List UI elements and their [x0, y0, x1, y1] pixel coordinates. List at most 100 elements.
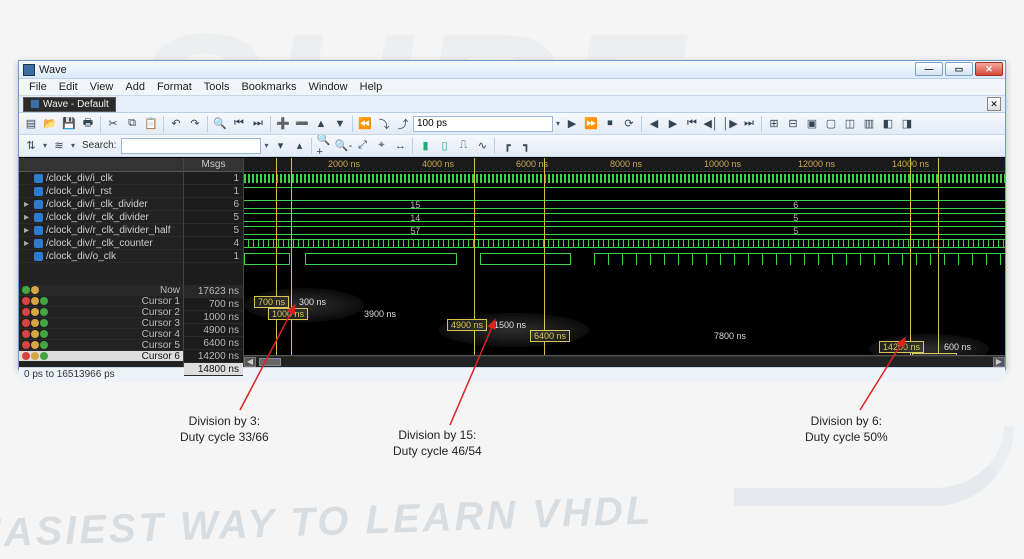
scroll-left-icon[interactable]: ◀ — [244, 357, 256, 367]
rising-edge-icon[interactable]: ┏ — [498, 137, 516, 155]
next-edge-icon[interactable]: │▶ — [721, 115, 739, 133]
annotation-div3: Division by 3: Duty cycle 33/66 — [180, 413, 269, 445]
prev-edge-icon[interactable]: ◀│ — [702, 115, 720, 133]
run-icon[interactable]: ▶ — [563, 115, 581, 133]
waveform-canvas[interactable]: 2000 ns 4000 ns 6000 ns 8000 ns 10000 ns… — [244, 158, 1005, 367]
step-back-icon[interactable]: ⏪ — [356, 115, 374, 133]
signal-name[interactable]: /clock_div/o_clk — [46, 251, 116, 262]
last-edge-icon[interactable]: ⏭ — [740, 115, 758, 133]
minimize-button[interactable]: — — [915, 62, 943, 76]
search-up-icon[interactable]: ▴ — [290, 137, 308, 155]
zoom-full-icon[interactable]: ⤢ — [353, 137, 371, 155]
layout2-icon[interactable]: ▥ — [860, 115, 878, 133]
print-icon[interactable]: 🖶 — [79, 115, 97, 133]
wave-doc-icon — [30, 99, 40, 109]
signal-name[interactable]: /clock_div/i_rst — [46, 186, 112, 197]
mode-analog-icon[interactable]: ∿ — [473, 137, 491, 155]
down-icon[interactable]: ▼ — [331, 115, 349, 133]
document-tab[interactable]: Wave - Default — [23, 97, 116, 112]
expand-icon[interactable]: ⊞ — [765, 115, 783, 133]
undo-icon[interactable]: ↶ — [167, 115, 185, 133]
layout1-icon[interactable]: ◫ — [841, 115, 859, 133]
cursor-right-icon[interactable]: ▶ — [664, 115, 682, 133]
cursor-line-2[interactable] — [291, 158, 292, 367]
menu-bookmarks[interactable]: Bookmarks — [235, 80, 302, 94]
cursor-value: 6400 ns — [184, 337, 243, 350]
remove-wave-icon[interactable]: ➖ — [293, 115, 311, 133]
mode-bar-icon[interactable]: ▮ — [416, 137, 434, 155]
mode-line-icon[interactable]: ▯ — [435, 137, 453, 155]
menu-window[interactable]: Window — [303, 80, 354, 94]
save-icon[interactable]: 💾 — [60, 115, 78, 133]
tab-close-icon[interactable]: ✕ — [987, 97, 1001, 111]
menu-view[interactable]: View — [84, 80, 120, 94]
scroll-thumb[interactable] — [259, 358, 281, 366]
signal-name[interactable]: /clock_div/i_clk — [46, 173, 113, 184]
copy-icon[interactable]: ⧉ — [123, 115, 141, 133]
zoom-out-icon[interactable]: 🔍- — [334, 137, 352, 155]
cursor-value: 14200 ns — [184, 350, 243, 363]
cut-icon[interactable]: ✂ — [104, 115, 122, 133]
cursor-line-1[interactable] — [276, 158, 277, 367]
maximize-button[interactable]: ▭ — [945, 62, 973, 76]
cursor-left-icon[interactable]: ◀ — [645, 115, 663, 133]
menu-help[interactable]: Help — [354, 80, 389, 94]
track-i-rst — [244, 185, 1005, 198]
menu-add[interactable]: Add — [119, 80, 151, 94]
signal-row: /clock_div/o_clk — [19, 250, 183, 263]
search-input[interactable] — [121, 138, 261, 154]
signal-row: ▸/clock_div/i_clk_divider — [19, 198, 183, 211]
wave-toggle-dd-icon[interactable]: ▾ — [69, 137, 77, 155]
signal-name[interactable]: /clock_div/i_clk_divider — [46, 199, 148, 210]
ungroup-icon[interactable]: ▢ — [822, 115, 840, 133]
mode-edge-icon[interactable]: ⎍ — [454, 137, 472, 155]
scroll-track[interactable] — [256, 357, 993, 367]
search-label: Search: — [82, 140, 116, 151]
new-icon[interactable]: ▤ — [22, 115, 40, 133]
redo-icon[interactable]: ↷ — [186, 115, 204, 133]
open-icon[interactable]: 📂 — [41, 115, 59, 133]
falling-edge-icon[interactable]: ┓ — [517, 137, 535, 155]
link-dropdown-icon[interactable]: ▾ — [41, 137, 49, 155]
collapse-icon[interactable]: ⊟ — [784, 115, 802, 133]
link-icon[interactable]: ⇅ — [22, 137, 40, 155]
group-icon[interactable]: ▣ — [803, 115, 821, 133]
zoom-cursor-icon[interactable]: ⌖ — [372, 137, 390, 155]
search-down-icon[interactable]: ▾ — [271, 137, 289, 155]
menu-tools[interactable]: Tools — [198, 80, 236, 94]
close-button[interactable]: ✕ — [975, 62, 1003, 76]
signal-name-column[interactable]: /clock_div/i_clk /clock_div/i_rst ▸/cloc… — [19, 158, 184, 367]
up-icon[interactable]: ▲ — [312, 115, 330, 133]
layout3-icon[interactable]: ◧ — [879, 115, 897, 133]
menu-file[interactable]: File — [23, 80, 53, 94]
step-in-icon[interactable]: ⤵ — [375, 115, 393, 133]
layout4-icon[interactable]: ◨ — [898, 115, 916, 133]
find-next-icon[interactable]: ⏭ — [249, 115, 267, 133]
time-step-dropdown-icon[interactable]: ▾ — [554, 115, 562, 133]
find-prev-icon[interactable]: ⏮ — [230, 115, 248, 133]
menu-edit[interactable]: Edit — [53, 80, 84, 94]
cursor-value: 700 ns — [184, 298, 243, 311]
run-all-icon[interactable]: ⏩ — [582, 115, 600, 133]
track-i-clk — [244, 172, 1005, 185]
signal-name[interactable]: /clock_div/r_clk_divider_half — [46, 225, 171, 236]
time-step-field[interactable] — [413, 116, 553, 132]
break-icon[interactable]: ⏹ — [601, 115, 619, 133]
step-out-icon[interactable]: ⤴ — [394, 115, 412, 133]
first-edge-icon[interactable]: ⏮ — [683, 115, 701, 133]
restart-icon[interactable]: ⟳ — [620, 115, 638, 133]
zoom-range-icon[interactable]: ↔ — [391, 137, 409, 155]
signal-name[interactable]: /clock_div/r_clk_counter — [46, 238, 153, 249]
wave-toggle-icon[interactable]: ≋ — [50, 137, 68, 155]
add-wave-icon[interactable]: ➕ — [274, 115, 292, 133]
search-dropdown-icon[interactable]: ▾ — [262, 137, 270, 155]
title-bar[interactable]: Wave — ▭ ✕ — [19, 61, 1005, 79]
paste-icon[interactable]: 📋 — [142, 115, 160, 133]
zoom-in-icon[interactable]: 🔍+ — [315, 137, 333, 155]
menu-format[interactable]: Format — [151, 80, 198, 94]
find-icon[interactable]: 🔍 — [211, 115, 229, 133]
horizontal-scrollbar[interactable]: ◀ ▶ — [244, 355, 1005, 367]
scroll-right-icon[interactable]: ▶ — [993, 357, 1005, 367]
signal-name[interactable]: /clock_div/r_clk_divider — [46, 212, 149, 223]
status-bar: 0 ps to 16513966 ps — [19, 367, 1005, 382]
